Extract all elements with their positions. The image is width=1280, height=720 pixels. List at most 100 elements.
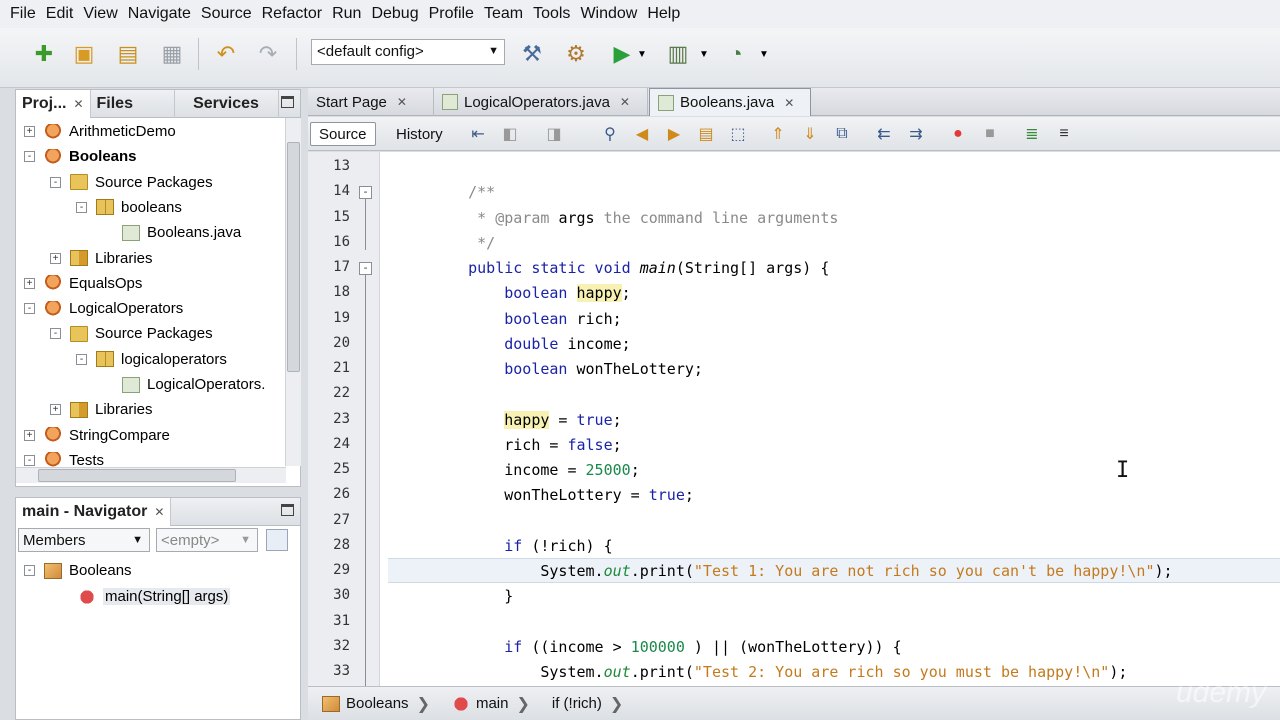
open-project-icon[interactable]: ▤ [112,38,144,70]
navigator-class-row[interactable]: - Booleans [24,558,132,583]
menu-team[interactable]: Team [484,5,523,23]
code-line[interactable]: */ [432,234,495,252]
breadcrumb-class[interactable]: Booleans ❯ [322,694,430,714]
collapse-icon[interactable]: - [76,353,87,365]
code-line[interactable]: happy = true; [432,410,622,429]
source-view-button[interactable]: Source [310,122,376,146]
menu-view[interactable]: View [83,5,117,23]
tree-item[interactable]: - booleans [76,195,182,220]
profile-icon[interactable]: ◔ [720,38,752,70]
tree-item[interactable]: - logicaloperators [76,347,227,372]
menu-source[interactable]: Source [201,5,252,23]
code-line[interactable]: income = 25000; [432,461,639,479]
code-line[interactable]: * @param args the command line arguments [432,209,838,227]
breadcrumb-method[interactable]: main ❯ [451,694,530,714]
back-icon[interactable]: ◧ [500,124,520,144]
close-icon[interactable]: ✕ [620,95,630,109]
tree-item[interactable]: - Source Packages [50,321,213,346]
breadcrumb-if[interactable]: if (!rich) ❯ [552,694,623,714]
menu-tools[interactable]: Tools [533,5,570,23]
code-line[interactable]: boolean rich; [432,310,621,328]
tab-start-page[interactable]: Start Page ✕ [308,88,434,116]
new-file-icon[interactable]: ✚ [28,38,60,70]
undo-icon[interactable]: ↶ [210,38,242,70]
collapse-icon[interactable]: - [50,176,61,188]
run-dropdown-icon[interactable]: ▼ [634,38,650,70]
code-line[interactable]: boolean wonTheLottery; [432,360,703,378]
previous-bookmark-icon[interactable]: ⇑ [768,124,788,144]
expand-icon[interactable]: + [50,404,61,416]
tab-projects[interactable]: Proj... ✕ [16,89,91,118]
tab-files[interactable]: Files [91,89,175,118]
navigator-options-icon[interactable] [266,529,288,551]
history-view-button[interactable]: History [388,122,451,146]
start-macro-icon[interactable]: ● [948,124,968,144]
menu-help[interactable]: Help [647,5,680,23]
shift-right-icon[interactable]: ⇉ [906,124,926,144]
scrollbar-thumb[interactable] [287,142,300,372]
code-editor[interactable]: 13 14 15 16 17 18 19 20 21 22 23 24 25 26 27 28 29 30 31 32… [308,152,1280,686]
tab-navigator[interactable]: main - Navigator ✕ [16,497,172,526]
code-line[interactable]: rich = false; [432,436,621,454]
code-line[interactable]: if ((income > 100000 ) || (wonTheLottery… [432,638,901,656]
uncomment-icon[interactable]: ≡ [1054,124,1074,144]
find-icon[interactable]: ⚲ [600,124,620,144]
save-all-icon[interactable]: ▦ [156,38,188,70]
forward-icon[interactable]: ◨ [544,124,564,144]
navigator-filter-select[interactable]: Members ▼ [18,528,150,552]
close-icon[interactable]: ✕ [154,505,164,519]
tab-logicaloperators-java[interactable]: LogicalOperators.java ✕ [434,88,648,116]
tree-item[interactable]: + EqualsOps [24,271,142,296]
find-next-icon[interactable]: ▶ [664,124,684,144]
code-line[interactable]: boolean happy; [432,284,631,303]
collapse-icon[interactable]: - [24,565,35,576]
toggle-bookmark-icon[interactable]: ⧉ [832,124,852,144]
toggle-highlight-icon[interactable]: ▤ [696,124,716,144]
code-line[interactable]: double income; [432,335,630,353]
stop-macro-icon[interactable]: ■ [980,124,1000,144]
expand-icon[interactable]: + [24,277,35,289]
build-icon[interactable]: ⚒ [516,38,548,70]
expand-icon[interactable]: + [24,126,35,137]
debug-dropdown-icon[interactable]: ▼ [696,38,712,70]
collapse-icon[interactable]: - [24,454,35,466]
next-bookmark-icon[interactable]: ⇓ [800,124,820,144]
tree-item[interactable]: - LogicalOperators [24,296,183,321]
tree-item[interactable]: - Source Packages [50,170,213,195]
minimize-icon[interactable] [281,504,294,516]
navigator-scope-select[interactable]: <empty> ▼ [156,528,258,552]
code-line[interactable]: } [432,587,513,605]
minimize-icon[interactable] [281,96,294,108]
comment-icon[interactable]: ≣ [1022,124,1042,144]
expand-icon[interactable]: + [50,252,61,264]
close-icon[interactable]: ✕ [73,97,83,111]
shift-left-icon[interactable]: ⇇ [874,124,894,144]
tree-item[interactable]: + Libraries [50,246,153,271]
project-tree-vscrollbar[interactable] [285,118,301,466]
menu-edit[interactable]: Edit [46,5,74,23]
collapse-icon[interactable]: - [24,151,35,163]
menu-window[interactable]: Window [580,5,637,23]
expand-icon[interactable]: + [24,429,35,441]
menu-refactor[interactable]: Refactor [262,5,322,23]
navigator-method-row[interactable]: main(String[] args) [78,584,231,609]
menu-run[interactable]: Run [332,5,361,23]
code-line[interactable]: System.out.print("Test 2: You are rich s… [432,663,1127,681]
tree-item[interactable]: + ArithmeticDemo [24,119,176,144]
collapse-icon[interactable]: - [24,303,35,315]
tree-item[interactable]: + Libraries [50,397,153,422]
code-line[interactable]: System.out.print("Test 1: You are not ri… [432,562,1172,580]
tab-booleans-java[interactable]: Booleans.java ✕ [649,88,811,116]
close-icon[interactable]: ✕ [784,96,794,110]
scrollbar-thumb[interactable] [38,469,236,482]
collapse-icon[interactable]: - [76,201,87,213]
toggle-rect-selection-icon[interactable]: ⬚ [728,124,748,144]
collapse-icon[interactable]: - [50,328,61,340]
tree-item[interactable]: LogicalOperators. [102,372,265,397]
project-tree-hscrollbar[interactable] [16,467,286,483]
fold-toggle-icon[interactable]: - [359,262,372,275]
tree-item[interactable]: Booleans.java [102,220,241,245]
redo-icon[interactable]: ↷ [252,38,284,70]
fold-toggle-icon[interactable]: - [359,186,372,200]
code-line[interactable]: public static void main(String[] args) { [432,259,829,277]
